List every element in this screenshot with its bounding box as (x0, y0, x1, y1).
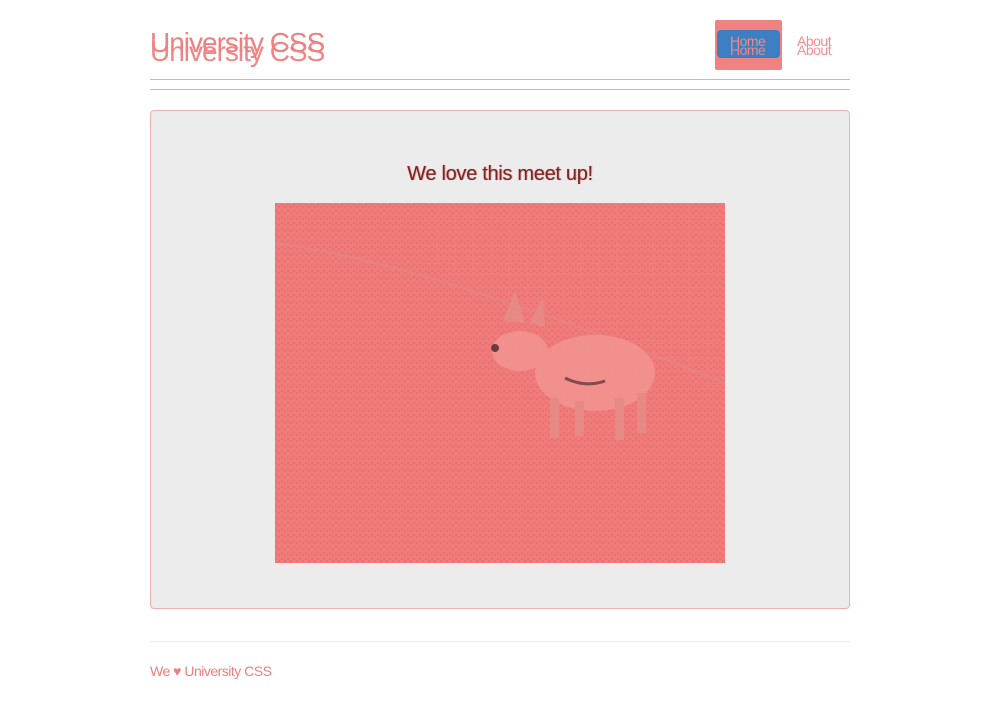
nav-item-about[interactable]: About (796, 20, 850, 70)
card-heading: We love this meet up! (407, 163, 593, 185)
footer-divider (150, 641, 850, 642)
goat-photo (275, 203, 725, 563)
nav-link-home[interactable]: Home (730, 34, 766, 48)
header-divider-bottom (150, 89, 850, 90)
nav-item-home[interactable]: Home (715, 20, 782, 70)
site-title[interactable]: University CSS (150, 29, 325, 57)
content-card: We love this meet up! (150, 110, 850, 609)
main-nav: Home About (715, 20, 850, 70)
footer-text: We ♥ University CSS (150, 663, 272, 679)
nav-link-about[interactable]: About (797, 34, 832, 48)
header-divider-top (150, 79, 850, 80)
page: University CSS Home About We love this m… (0, 0, 1000, 711)
